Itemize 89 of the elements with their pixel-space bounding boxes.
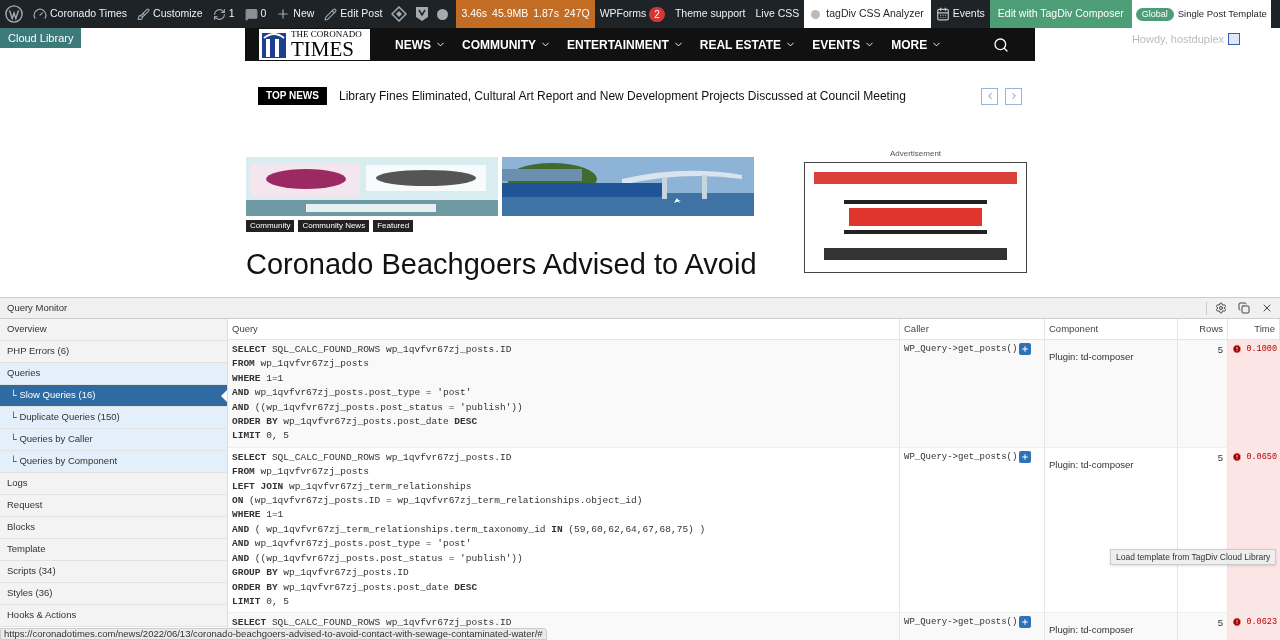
stat-value: 247Q <box>563 6 590 22</box>
live-css-link[interactable]: Live CSS <box>750 0 805 28</box>
sql-line: FROM wp_1qvfvr67zj_posts <box>232 357 370 372</box>
menu-item[interactable]: COMMUNITY <box>454 35 559 54</box>
time-value: 0.0650 <box>1246 450 1277 464</box>
sql-line: AND ((wp_1qvfvr67zj_posts.post_status = 'publish')) <box>232 551 524 566</box>
column-header[interactable]: Rows <box>1178 319 1228 339</box>
panel-nav-item[interactable]: └ Queries by Caller <box>0 429 227 451</box>
sql-line: GROUP BY wp_1qvfvr67zj_posts.ID <box>232 566 410 581</box>
sql-line: AND wp_1qvfvr67zj_posts.post_type = 'post' <box>232 386 473 401</box>
edit-post-link[interactable]: Edit Post <box>319 0 388 28</box>
column-header[interactable]: Component <box>1045 319 1178 339</box>
top-news-headline[interactable]: Library Fines Eliminated, Cultural Art Report and New Development Projects Discussed at Council Meeting <box>339 87 906 105</box>
sql-line: AND wp_1qvfvr67zj_posts.post_type = 'post' <box>232 537 473 552</box>
stat-value: 1.87s <box>533 6 559 22</box>
link-preview-tooltip: https://coronadotimes.com/news/2022/06/13/coronado-beachgoers-advised-to-avoid-contact-with-sewage-contaminated-water/# <box>0 628 547 640</box>
sql-line: ORDER BY wp_1qvfvr67zj_posts.post_date DESC <box>232 580 479 595</box>
global-badge: Global <box>1135 7 1174 21</box>
sql-line: SELECT SQL_CALC_FOUND_ROWS wp_1qvfvr67zj_posts.ID <box>232 343 513 357</box>
events-link[interactable]: Events <box>930 0 990 28</box>
rows-cell-text: 5 <box>1217 343 1223 357</box>
site-link[interactable]: Coronado Times <box>28 0 133 28</box>
caller-cell: WP_Query->get_posts() <box>904 343 1018 356</box>
sql-line: SELECT SQL_CALC_FOUND_ROWS wp_1qvfvr67zj_posts.ID <box>232 450 513 465</box>
css-analyzer-link[interactable]: tagDiv CSS Analyzer <box>804 0 931 28</box>
menu-item[interactable]: EVENTS <box>804 35 884 54</box>
panel-nav-item[interactable]: Template <box>0 539 227 561</box>
sql-line: ORDER BY wp_1qvfvr67zj_posts.post_date DESC <box>232 415 479 430</box>
panel-nav-item[interactable]: Scripts (34) <box>0 561 227 583</box>
site-logo[interactable]: THE CORONADO TIMES <box>259 29 370 60</box>
panel-title: Query Monitor <box>7 300 68 315</box>
sql-line: LIMIT 0, 5 <box>232 429 291 444</box>
updates-link[interactable]: 1 <box>207 0 240 28</box>
sql-line: LIMIT 0, 5 <box>232 594 291 609</box>
sql-line: SELECT SQL_CALC_FOUND_ROWS wp_1qvfvr67zj_posts.ID <box>232 616 513 630</box>
time-value: 0.0623 <box>1246 616 1277 630</box>
menu-item[interactable]: REAL ESTATE <box>691 35 805 54</box>
sql-line: AND ( wp_1qvfvr67zj_term_relationships.term_taxonomy_id IN (59,60,62,64,67,68,75) ) <box>232 522 707 537</box>
panel-nav-item[interactable]: Styles (36) <box>0 583 227 605</box>
advertisement-label: Advertisement <box>889 148 942 160</box>
query-monitor-stats[interactable]: 3.46s 45.9MB 1.87s 247Q <box>456 0 595 28</box>
category-tag[interactable]: Community <box>246 220 295 232</box>
panel-nav-item[interactable]: Overview <box>0 319 227 341</box>
sql-line: AND ((wp_1qvfvr67zj_posts.post_status = 'publish')) <box>232 400 524 415</box>
panel-nav-item[interactable]: Request <box>0 495 227 517</box>
new-link[interactable]: New <box>271 0 320 28</box>
theme-support-link[interactable]: Theme support <box>669 0 751 28</box>
category-tag[interactable]: Community News <box>298 220 370 232</box>
caller-cell: WP_Query->get_posts() <box>904 616 1018 630</box>
column-header[interactable]: Caller <box>900 319 1045 339</box>
column-header[interactable]: Time <box>1228 319 1280 339</box>
stat-value: 45.9MB <box>492 6 529 22</box>
sql-line: WHERE 1=1 <box>232 371 285 386</box>
time-value: 0.1000 <box>1246 343 1277 356</box>
stat-value: 3.46s <box>461 6 488 22</box>
panel-nav-item[interactable]: Logs <box>0 473 227 495</box>
menu-item[interactable]: ENTERTAINMENT <box>559 35 692 54</box>
caller-cell: WP_Query->get_posts() <box>904 450 1018 464</box>
wpforms-link[interactable]: WPForms 2 <box>594 0 670 28</box>
sql-line: FROM wp_1qvfvr67zj_posts <box>232 465 370 480</box>
panel-nav-item[interactable]: └ Duplicate Queries (150) <box>0 407 227 429</box>
count-badge: 2 <box>649 6 665 22</box>
menu-item[interactable]: MORE <box>883 35 951 54</box>
sql-line: LEFT JOIN wp_1qvfvr67zj_term_relationships <box>232 479 473 494</box>
article-title: Coronado Beachgoers Advised to Avoid <box>246 247 756 281</box>
panel-nav-item[interactable]: └ Queries by Component <box>0 451 227 473</box>
comments-link[interactable]: 0 <box>239 0 272 28</box>
howdy-text: Howdy, hostduplex <box>1131 32 1224 47</box>
rows-cell-text: 5 <box>1217 616 1223 631</box>
logo-small-text: THE CORONADO <box>291 30 362 39</box>
panel-nav-item[interactable]: Queries <box>0 363 227 385</box>
cloud-library-button[interactable]: Cloud Library <box>0 28 82 48</box>
component-cell: Plugin: td-composer <box>1049 351 1134 362</box>
sql-line: ON (wp_1qvfvr67zj_posts.ID = wp_1qvfvr67zj_term_relationships.object_id) <box>232 494 644 509</box>
column-header[interactable]: Query <box>228 319 900 339</box>
logo-large-text: TIMES <box>291 39 355 59</box>
menu-item[interactable]: NEWS <box>387 35 454 54</box>
panel-nav-item[interactable]: PHP Errors (6) <box>0 341 227 363</box>
top-news-label: TOP NEWS <box>258 87 327 105</box>
customize-link[interactable]: Customize <box>132 0 208 28</box>
component-cell: Plugin: td-composer <box>1049 458 1134 470</box>
sql-line: WHERE 1=1 <box>232 508 285 523</box>
panel-nav-item[interactable]: Hooks & Actions <box>0 605 227 627</box>
component-cell: Plugin: td-composer <box>1049 624 1134 636</box>
tooltip: Load template from TagDiv Cloud Library <box>1110 549 1277 565</box>
template-link[interactable]: Global Single Post Template <box>1131 0 1271 28</box>
panel-nav-item[interactable]: Blocks <box>0 517 227 539</box>
panel-nav-item[interactable]: └ Slow Queries (16) <box>0 385 227 407</box>
category-tag[interactable]: Featured <box>373 220 414 232</box>
